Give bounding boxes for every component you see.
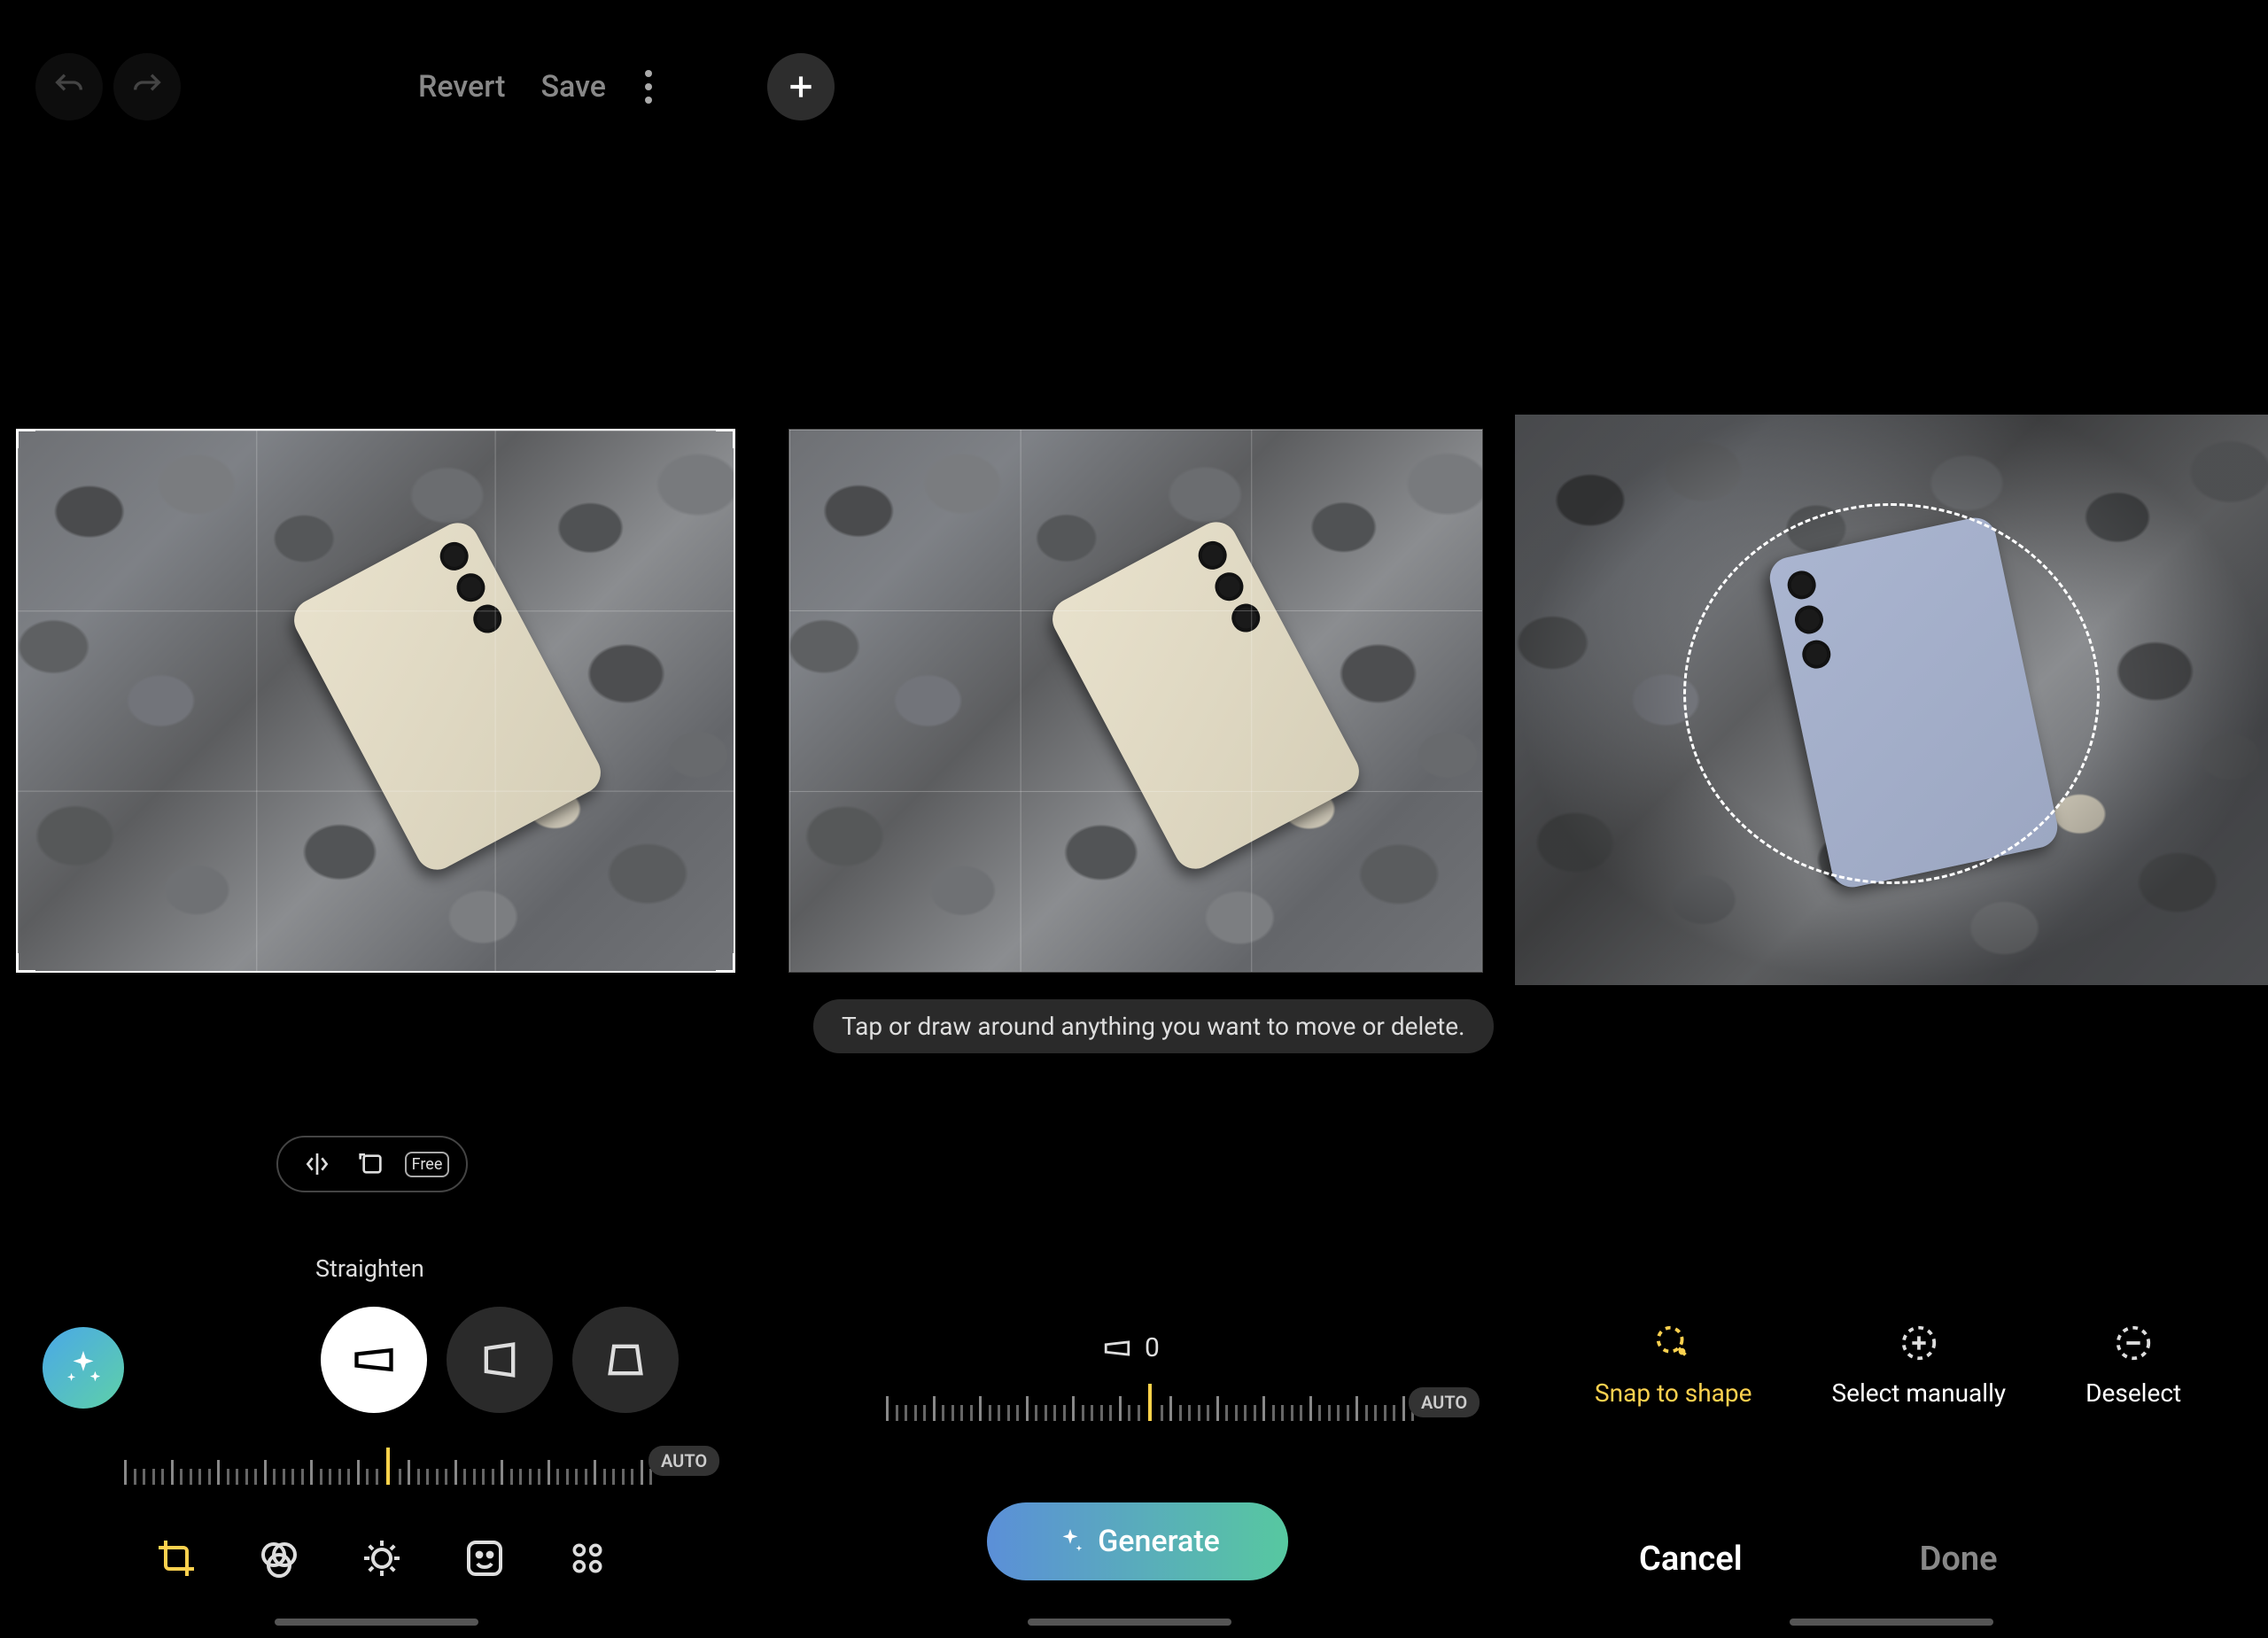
filters-tool[interactable] — [257, 1536, 301, 1580]
auto-rotation-button[interactable]: AUTO — [1409, 1387, 1480, 1417]
adjust-tool[interactable] — [360, 1536, 404, 1580]
crop-handle-tl[interactable] — [16, 429, 35, 448]
camera-cluster — [435, 537, 510, 644]
crop-tool[interactable] — [154, 1536, 198, 1580]
done-button[interactable]: Done — [1920, 1540, 1998, 1579]
ai-enhance-button[interactable] — [43, 1327, 124, 1409]
hint-tooltip: Tap or draw around anything you want to … — [813, 999, 1494, 1053]
revert-button[interactable]: Revert — [406, 69, 517, 105]
home-indicator[interactable] — [275, 1619, 478, 1626]
edit-preview-generative[interactable] — [788, 429, 1483, 973]
crop-handle-bl[interactable] — [16, 953, 35, 973]
perspective-vertical-mode[interactable] — [572, 1307, 679, 1413]
camera-cluster — [1193, 536, 1269, 643]
rotation-slider[interactable] — [886, 1384, 1414, 1421]
select-manually-button[interactable]: Select manually — [1831, 1322, 2006, 1408]
transform-mode-label: Straighten — [315, 1254, 424, 1283]
rotation-value: 0 — [1102, 1332, 1160, 1363]
phone-subject — [287, 516, 609, 877]
cancel-button[interactable]: Cancel — [1639, 1540, 1743, 1579]
crop-handle-br[interactable] — [716, 953, 735, 973]
more-menu-button[interactable] — [629, 70, 668, 104]
home-indicator[interactable] — [1028, 1619, 1231, 1626]
save-button[interactable]: Save — [528, 69, 618, 105]
lasso-selection[interactable] — [1683, 503, 2100, 884]
aspect-ratio-free[interactable]: Free — [413, 1150, 441, 1178]
perspective-horizontal-mode[interactable] — [447, 1307, 553, 1413]
sparkle-icon — [1055, 1526, 1085, 1556]
add-button[interactable] — [767, 53, 835, 120]
snap-to-shape-button[interactable]: Snap to shape — [1595, 1322, 1751, 1408]
phone-subject — [1045, 515, 1367, 876]
select-manually-icon — [1899, 1323, 1939, 1363]
deselect-icon — [2113, 1323, 2154, 1363]
edit-preview-select[interactable] — [1515, 415, 2268, 985]
edit-preview-crop[interactable] — [16, 429, 735, 973]
stickers-tool[interactable] — [462, 1536, 507, 1580]
crop-handle-tr[interactable] — [716, 429, 735, 448]
generate-button[interactable]: Generate — [987, 1502, 1288, 1580]
redo-button[interactable] — [113, 53, 181, 120]
deselect-button[interactable]: Deselect — [2085, 1322, 2181, 1408]
rotate-icon[interactable] — [358, 1150, 386, 1178]
straighten-slider[interactable] — [124, 1448, 652, 1485]
undo-button[interactable] — [35, 53, 103, 120]
auto-straighten-button[interactable]: AUTO — [649, 1446, 719, 1476]
straighten-mode[interactable] — [321, 1307, 427, 1413]
flip-horizontal-icon[interactable] — [303, 1150, 331, 1178]
crop-options-pill: Free — [276, 1136, 468, 1192]
snap-to-shape-icon — [1653, 1323, 1694, 1363]
home-indicator[interactable] — [1790, 1619, 1993, 1626]
perspective-icon — [1102, 1333, 1132, 1363]
more-tools[interactable] — [565, 1536, 610, 1580]
